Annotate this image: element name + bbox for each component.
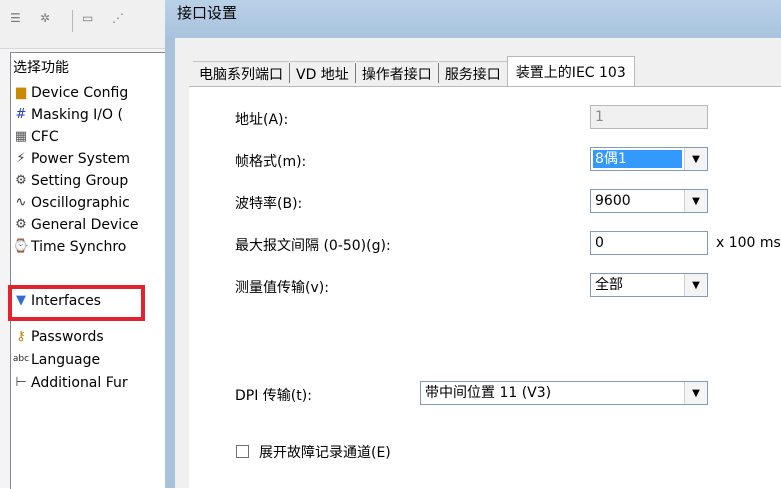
tree-toolbar: ☰ ✲ ▭ ⋰ [0,0,165,49]
tree-item-label: Passwords [31,328,104,345]
tree-item-masking-io[interactable]: # Masking I/O ( [13,104,123,125]
chevron-down-icon[interactable]: ▼ [684,274,707,296]
tab-iec-103-on-device[interactable]: 装置上的IEC 103 [506,56,635,87]
address-field[interactable]: 1 [590,105,708,129]
additional-functions-icon: ⊢ [15,375,27,390]
baud-rate-value: 9600 [595,193,631,209]
cfc-icon: ▦ [14,129,28,144]
dialog-body: 电脑系列端口 VD 地址 操作者接口 服务接口 装置上的IEC 103 地址(A… [175,38,781,489]
tab-strip: 电脑系列端口 VD 地址 操作者接口 服务接口 装置上的IEC 103 [193,56,635,87]
chevron-down-icon[interactable]: ▼ [684,382,707,404]
tree-item-label: Time Synchro [31,238,127,255]
chevron-down-icon[interactable]: ▼ [684,190,707,212]
title-bar[interactable]: 接口设置 [165,0,781,38]
oscillograph-icon: ∿ [15,195,27,210]
tab-pc-serial-port[interactable]: 电脑系列端口 [193,61,289,86]
tree-item-label: General Device [31,216,139,233]
interface-settings-window: 接口设置 电脑系列端口 VD 地址 操作者接口 服务接口 装置上的IEC 103… [165,0,781,489]
tree-item-power-system[interactable]: ⚡ Power System [13,148,130,169]
chevron-down-icon[interactable]: ▼ [684,148,707,170]
collapse-all-icon[interactable]: ✲ [40,12,50,24]
tree-view-icon[interactable]: ⋰ [112,12,124,24]
max-message-gap-label: 最大报文间隔 (0-50)(g): [235,238,391,254]
baud-rate-select[interactable]: 9600 ▼ [590,189,708,213]
masking-grid-icon: # [15,107,27,122]
tree-header: 选择功能 [13,60,69,76]
function-tree: 选择功能 ▆ Device Config # Masking I/O ( ▦ C… [10,52,165,489]
tree-item-oscillographic[interactable]: ∿ Oscillographic [13,192,130,213]
baud-rate-label: 波特率(B): [235,196,303,212]
frame-format-select[interactable]: 8偶1 ▼ [590,147,708,171]
tree-item-label: CFC [31,128,59,145]
measured-value-transfer-select[interactable]: 全部 ▼ [590,273,708,297]
tree-item-time-synchro[interactable]: ⌚ Time Synchro [13,236,126,257]
dpi-transfer-select[interactable]: 带中间位置 11 (V3) ▼ [420,381,708,405]
frame-format-value: 8偶1 [593,150,682,168]
tree-item-passwords[interactable]: ⚷ Passwords [13,326,104,347]
tree-item-label: Setting Group [31,172,129,189]
address-label: 地址(A): [235,112,289,128]
list-view-icon[interactable]: ▭ [82,12,93,24]
fault-record-channel-checkbox[interactable] [236,445,249,458]
tree-item-label: Power System [31,150,130,167]
dpi-transfer-value: 带中间位置 11 (V3) [425,385,552,401]
tree-item-device-config[interactable]: ▆ Device Config [13,82,128,103]
tree-item-additional-functions[interactable]: ⊢ Additional Fur [13,372,128,393]
function-tree-pane: ☰ ✲ ▭ ⋰ 选择功能 ▆ Device Config # Masking I… [0,0,165,489]
general-device-icon: ⚙ [15,217,27,232]
tree-item-cfc[interactable]: ▦ CFC [13,126,59,147]
frame-format-label: 帧格式(m): [235,154,307,170]
language-icon: abc [12,354,30,364]
measured-value-transfer-label: 测量值传输(v): [235,280,329,296]
tree-item-label: Language [31,351,101,368]
expand-all-icon[interactable]: ☰ [10,12,21,24]
measured-value-transfer-value: 全部 [595,277,623,293]
tree-item-language[interactable]: abc Language [13,349,100,370]
tab-service-interface[interactable]: 服务接口 [438,61,507,86]
iec-103-tab-panel: 地址(A): 1 帧格式(m): 8偶1 ▼ 波特率(B): 9600 ▼ 最大… [189,86,781,489]
time-sync-icon: ⌚ [12,239,30,254]
tab-vd-address[interactable]: VD 地址 [290,61,355,86]
max-message-gap-field[interactable]: 0 [590,231,708,255]
tree-item-setting-group[interactable]: ⚙ Setting Group [13,170,128,191]
dpi-transfer-label: DPI 传输(t): [235,388,312,404]
toolbar-separator [72,10,73,32]
setting-group-icon: ⚙ [15,173,27,188]
tab-operator-interface[interactable]: 操作者接口 [355,61,438,86]
power-system-icon: ⚡ [16,151,26,166]
tree-item-label: Masking I/O ( [31,106,123,123]
fault-record-channel-label: 展开故障记录通道(E) [259,445,391,461]
tree-item-general-device[interactable]: ⚙ General Device [13,214,139,235]
window-title: 接口设置 [177,4,238,22]
max-message-gap-unit: x 100 ms [716,235,781,251]
key-icon: ⚷ [16,329,26,344]
interfaces-highlight-frame [8,285,145,321]
tree-item-label: Device Config [31,84,129,101]
tree-item-label: Additional Fur [31,374,128,391]
folder-icon: ▆ [16,85,26,100]
tree-item-label: Oscillographic [31,194,130,211]
